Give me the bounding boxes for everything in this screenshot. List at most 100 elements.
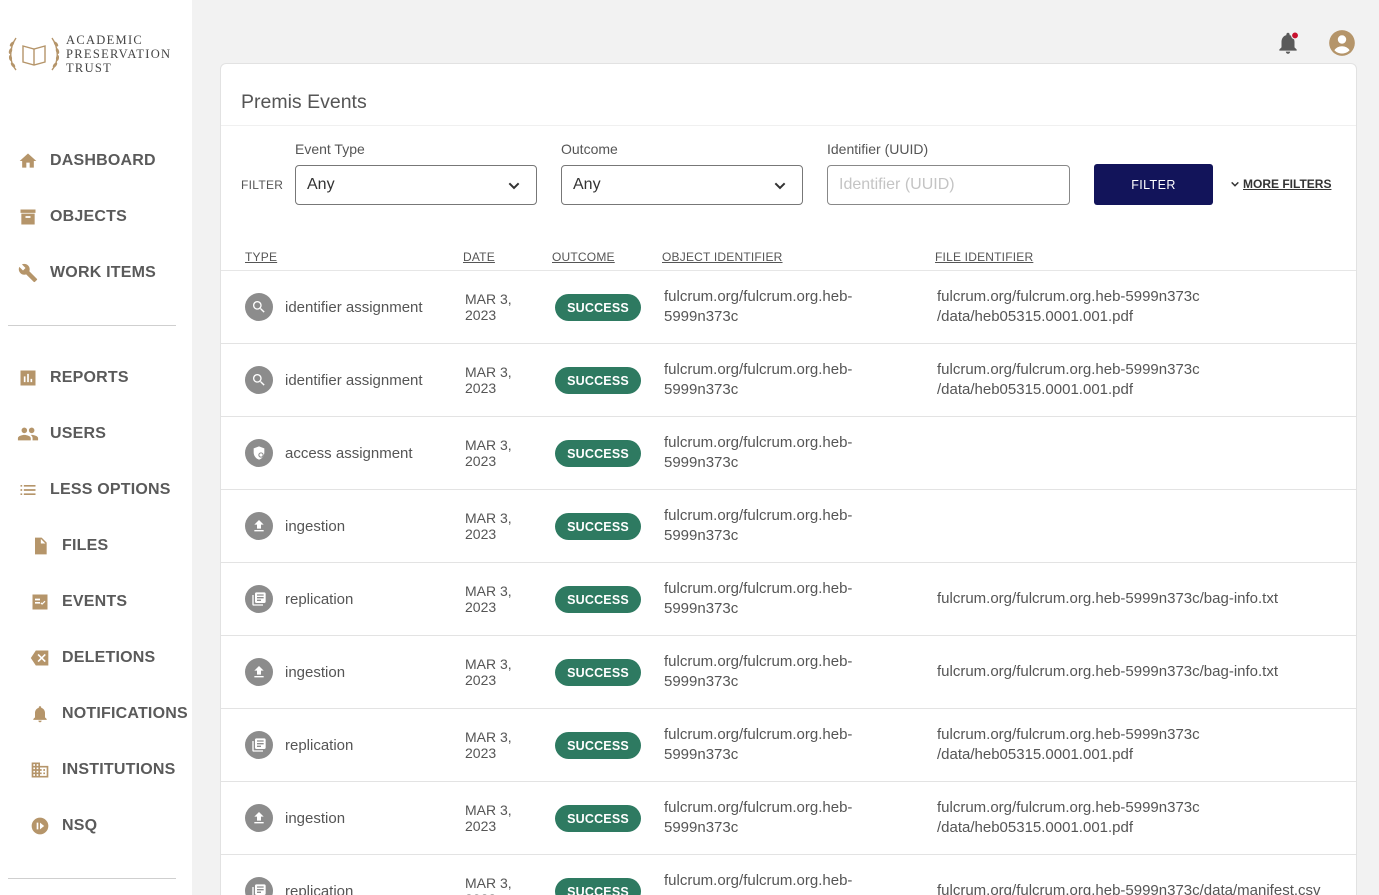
event-date: MAR 3,2023 <box>465 291 535 323</box>
nav-files[interactable]: FILES <box>29 526 108 566</box>
nav-reports[interactable]: REPORTS <box>17 358 129 398</box>
column-header-date[interactable]: DATE <box>463 250 495 264</box>
event-type-value: Any <box>307 176 335 193</box>
table-row[interactable]: replication MAR 3,2023 SUCCESS fulcrum.org/… <box>221 563 1356 636</box>
object-identifier[interactable]: fulcrum.org/fulcrum.org.heb- 5999n373c <box>664 433 884 473</box>
file-identifier[interactable]: fulcrum.org/fulcrum.org.heb-5999n373c/ba… <box>937 662 1337 682</box>
event-date: MAR 3,2023 <box>465 437 535 469</box>
nav-notifications[interactable]: NOTIFICATIONS <box>29 694 188 734</box>
file-identifier-line-1: fulcrum.org/fulcrum.org.heb-5999n373c/da… <box>937 882 1321 895</box>
nav-deletions[interactable]: DELETIONS <box>29 638 155 678</box>
object-identifier-line-1: fulcrum.org/fulcrum.org.heb- <box>664 726 853 743</box>
event-date: MAR 3,2023 <box>465 510 535 542</box>
upload-icon <box>245 804 273 832</box>
outcome-badge: SUCCESS <box>555 805 641 832</box>
event-date: MAR 3,2023 <box>465 802 535 834</box>
event-date-year: 2023 <box>465 453 497 469</box>
nav-users[interactable]: USERS <box>17 414 106 454</box>
nav-reports-label: REPORTS <box>50 369 129 386</box>
object-identifier-line-2: 5999n373c <box>664 746 739 763</box>
object-identifier-line-1: fulcrum.org/fulcrum.org.heb- <box>664 872 853 889</box>
file-identifier[interactable]: fulcrum.org/fulcrum.org.heb-5999n373c/ba… <box>937 589 1337 609</box>
logo[interactable]: ACADEMIC PRESERVATION TRUST <box>6 30 171 78</box>
event-date-year: 2023 <box>465 891 535 895</box>
file-identifier[interactable]: fulcrum.org/fulcrum.org.heb-5999n373c/da… <box>937 360 1337 400</box>
backspace-icon <box>29 647 51 669</box>
sidebar-divider <box>8 325 176 326</box>
nav-dashboard[interactable]: DASHBOARD <box>17 141 156 181</box>
object-identifier[interactable]: fulcrum.org/fulcrum.org.heb- 5999n373c <box>664 287 884 327</box>
file-identifier-line-2: /data/heb05315.0001.001.pdf <box>937 308 1134 325</box>
column-header-type[interactable]: TYPE <box>245 250 277 264</box>
nav-deletions-label: DELETIONS <box>62 649 156 666</box>
object-identifier[interactable]: fulcrum.org/fulcrum.org.heb- 5999n373c <box>664 871 884 895</box>
nav-objects-label: OBJECTS <box>50 208 127 225</box>
file-identifier[interactable]: fulcrum.org/fulcrum.org.heb-5999n373c/da… <box>937 798 1337 838</box>
filter-button[interactable]: FILTER <box>1094 164 1213 205</box>
event-type-select[interactable]: Any <box>295 165 537 205</box>
brand-line-3: TRUST <box>66 61 113 75</box>
object-identifier[interactable]: fulcrum.org/fulcrum.org.heb- 5999n373c <box>664 652 884 692</box>
copy-icon <box>245 585 273 613</box>
column-header-outcome[interactable]: OUTCOME <box>552 250 615 264</box>
object-identifier[interactable]: fulcrum.org/fulcrum.org.heb- 5999n373c <box>664 506 884 546</box>
column-header-file-identifier[interactable]: FILE IDENTIFIER <box>935 250 1033 264</box>
table-row[interactable]: replication MAR 3,2023 SUCCESS fulcrum.org/… <box>221 709 1356 782</box>
nav-files-label: FILES <box>62 537 109 554</box>
event-type: replication <box>285 883 354 895</box>
more-filters-label: MORE FILTERS <box>1243 177 1332 191</box>
object-identifier[interactable]: fulcrum.org/fulcrum.org.heb- 5999n373c <box>664 579 884 619</box>
object-identifier[interactable]: fulcrum.org/fulcrum.org.heb- 5999n373c <box>664 725 884 765</box>
nav-less-options[interactable]: LESS OPTIONS <box>17 470 171 510</box>
nav-objects[interactable]: OBJECTS <box>17 197 127 237</box>
file-identifier[interactable]: fulcrum.org/fulcrum.org.heb-5999n373c/da… <box>937 287 1337 327</box>
outcome-badge: SUCCESS <box>555 294 641 321</box>
more-filters-link[interactable]: MORE FILTERS <box>1230 177 1331 191</box>
chevron-down-icon <box>1231 181 1239 187</box>
premis-events-card: Premis Events FILTER Event Type Any Outc… <box>220 63 1357 895</box>
file-identifier-line-1: fulcrum.org/fulcrum.org.heb-5999n373c <box>937 288 1200 305</box>
object-identifier-line-1: fulcrum.org/fulcrum.org.heb- <box>664 653 853 670</box>
table-row[interactable]: ingestion MAR 3, 2023 SUCCESS fulcrum.org/fu… <box>221 490 1356 563</box>
table-row[interactable]: identifier assignment MAR 3, 2023 SUCCESS fu… <box>221 344 1356 417</box>
account-button[interactable] <box>1327 28 1357 58</box>
file-identifier-line-1: fulcrum.org/fulcrum.org.heb-5999n373c/ba… <box>937 590 1279 607</box>
table-row[interactable]: ingestion MAR 3, 2023 SUCCESS fulcrum.org/fu… <box>221 782 1356 855</box>
file-identifier[interactable]: fulcrum.org/fulcrum.org.heb-5999n373c/da… <box>937 725 1337 765</box>
search-icon <box>245 366 273 394</box>
notifications-button[interactable] <box>1273 28 1303 58</box>
object-identifier[interactable]: fulcrum.org/fulcrum.org.heb- 5999n373c <box>664 360 884 400</box>
brand-line-1: ACADEMIC <box>66 33 144 47</box>
outcome-badge: SUCCESS <box>555 732 641 759</box>
column-header-object-identifier[interactable]: OBJECT IDENTIFIER <box>662 250 783 264</box>
outcome-badge: SUCCESS <box>555 367 641 394</box>
object-identifier[interactable]: fulcrum.org/fulcrum.org.heb- 5999n373c <box>664 798 884 838</box>
nav-work-items[interactable]: WORK ITEMS <box>17 253 156 293</box>
account-circle-icon <box>1329 30 1355 56</box>
building-icon <box>29 759 51 781</box>
object-identifier-line-2: 5999n373c <box>664 819 739 836</box>
outcome-select[interactable]: Any <box>561 165 803 205</box>
event-date: MAR 3,2023 <box>465 364 535 396</box>
nav-nsq[interactable]: NSQ <box>29 806 97 846</box>
event-date-day: MAR 3, <box>465 364 512 380</box>
table-row[interactable]: replication MAR 3,2023 SUCCESS fulcrum.org/… <box>221 855 1356 895</box>
nav-institutions[interactable]: INSTITUTIONS <box>29 750 176 790</box>
event-type: replication <box>285 591 354 608</box>
table-row[interactable]: identifier assignment MAR 3, 2023 SUCCESS fu… <box>221 271 1356 344</box>
table-row[interactable]: access assignment MAR 3, 2023 SUCCESS fulcru… <box>221 417 1356 490</box>
identifier-input[interactable] <box>827 165 1070 205</box>
sidebar: ACADEMIC PRESERVATION TRUST DASHBOARD OB… <box>0 0 192 895</box>
nav-notifications-label: NOTIFICATIONS <box>62 705 188 722</box>
nav-events[interactable]: EVENTS <box>29 582 127 622</box>
file-identifier-line-2: /data/heb05315.0001.001.pdf <box>937 746 1134 763</box>
chevron-down-icon <box>508 182 520 190</box>
file-identifier[interactable]: fulcrum.org/fulcrum.org.heb-5999n373c/da… <box>937 881 1337 895</box>
event-date-year: 2023 <box>465 380 497 396</box>
outcome-badge: SUCCESS <box>555 586 641 613</box>
event-type: identifier assignment <box>285 299 423 316</box>
object-identifier-line-2: 5999n373c <box>664 308 739 325</box>
table-row[interactable]: ingestion MAR 3, 2023 SUCCESS fulcrum.org/fu… <box>221 636 1356 709</box>
event-date-day: MAR 3, <box>465 875 512 891</box>
event-type: identifier assignment <box>285 372 423 389</box>
